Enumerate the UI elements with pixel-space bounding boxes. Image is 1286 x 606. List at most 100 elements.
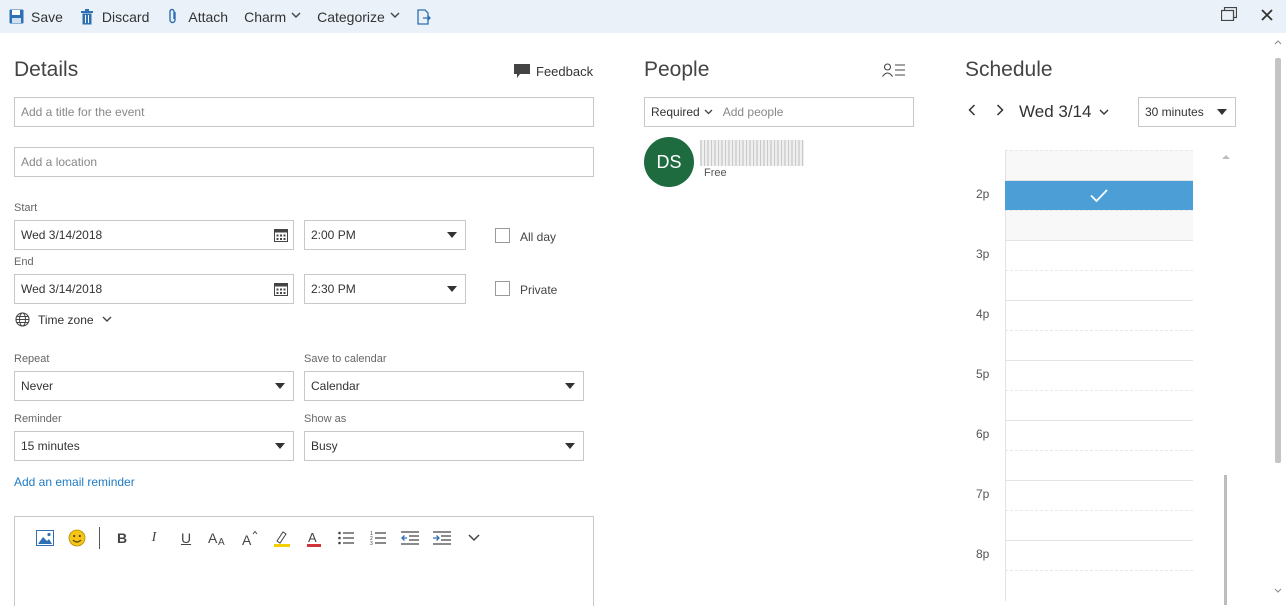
schedule-grid[interactable]: 2p 3p 4p 5p 6p 7p 8p — [965, 150, 1193, 601]
attach-button[interactable]: Attach — [157, 0, 236, 33]
discard-label: Discard — [101, 8, 150, 25]
attendee-avatar[interactable]: DS — [644, 137, 694, 187]
caret-down-icon — [565, 443, 575, 449]
font-size-icon[interactable]: AA — [202, 528, 234, 548]
categorize-dropdown[interactable]: Categorize — [309, 0, 408, 33]
end-time-select[interactable]: 2:30 PM — [304, 274, 466, 304]
insert-picture-icon[interactable] — [29, 528, 61, 548]
increase-indent-icon[interactable] — [426, 528, 458, 548]
attendee-status: Free — [704, 167, 727, 179]
next-day-button[interactable] — [996, 104, 1004, 116]
scroll-down-arrow-icon[interactable] — [1274, 588, 1282, 593]
numbered-list-icon[interactable]: 123 — [362, 528, 394, 548]
schedule-scrollbar-thumb[interactable] — [1224, 475, 1227, 605]
page-scrollbar-thumb[interactable] — [1275, 58, 1281, 463]
calendar-icon[interactable] — [274, 229, 288, 242]
close-button[interactable] — [1248, 0, 1286, 33]
trash-icon — [79, 8, 95, 25]
speech-bubble-icon — [514, 64, 530, 79]
end-date-input[interactable]: Wed 3/14/2018 — [14, 274, 294, 304]
event-title-placeholder: Add a title for the event — [21, 105, 145, 119]
bold-icon[interactable]: B — [106, 528, 138, 548]
start-label: Start — [14, 202, 38, 214]
emoji-icon[interactable] — [61, 528, 93, 548]
event-title-input[interactable]: Add a title for the event — [14, 97, 594, 127]
reminder-select[interactable]: 15 minutes — [14, 431, 294, 461]
caret-down-icon — [275, 443, 285, 449]
font-color-icon[interactable]: A — [298, 528, 330, 548]
repeat-select[interactable]: Never — [14, 371, 294, 401]
interval-value: 30 minutes — [1145, 105, 1204, 119]
svg-text:A: A — [242, 532, 252, 546]
schedule-scrollbar[interactable] — [1221, 150, 1231, 605]
repeat-label: Repeat — [14, 353, 50, 365]
add-email-reminder-link[interactable]: Add an email reminder — [14, 475, 135, 489]
feedback-button[interactable]: Feedback — [514, 64, 593, 79]
proposed-event-block[interactable] — [1005, 181, 1193, 210]
discard-button[interactable]: Discard — [71, 0, 157, 33]
schedule-hour-row: 6p — [965, 420, 1193, 480]
schedule-date-picker[interactable]: Wed 3/14 — [1019, 102, 1109, 122]
underline-icon[interactable]: U — [170, 528, 202, 548]
pop-out-button[interactable] — [1210, 0, 1248, 33]
all-day-checkbox[interactable] — [495, 228, 510, 243]
highlight-icon[interactable] — [266, 528, 298, 548]
add-people-input[interactable]: Required Add people — [644, 97, 914, 127]
grow-font-icon[interactable]: A — [234, 528, 266, 548]
end-time-value: 2:30 PM — [311, 282, 356, 296]
caret-down-icon — [275, 383, 285, 389]
document-arrow-icon — [416, 8, 432, 25]
save-to-calendar-select[interactable]: Calendar — [304, 371, 584, 401]
hour-label: 6p — [976, 427, 990, 441]
repeat-value: Never — [21, 379, 54, 393]
interval-select[interactable]: 30 minutes — [1138, 97, 1236, 127]
svg-text:A: A — [208, 530, 218, 546]
schedule-hour-row: 8p — [965, 540, 1193, 600]
schedule-date: Wed 3/14 — [1019, 102, 1092, 121]
categorize-label: Categorize — [317, 8, 385, 25]
end-label: End — [14, 256, 34, 268]
all-day-label: All day — [520, 230, 557, 244]
caret-down-icon — [447, 232, 457, 238]
scroll-up-arrow-icon[interactable] — [1274, 40, 1282, 45]
charm-label: Charm — [244, 8, 287, 25]
caret-down-icon — [447, 286, 457, 292]
share-note-button[interactable] — [408, 0, 447, 33]
add-people-placeholder: Add people — [722, 105, 784, 119]
start-time-select[interactable]: 2:00 PM — [304, 220, 466, 250]
attendee-options-icon[interactable] — [882, 63, 906, 78]
chevron-down-icon — [704, 109, 713, 115]
scroll-up-arrow-icon[interactable] — [1221, 154, 1231, 160]
calendar-icon[interactable] — [274, 283, 288, 296]
hour-label: 5p — [976, 367, 990, 381]
close-icon — [1261, 8, 1273, 26]
attendee-initials: DS — [656, 151, 682, 172]
private-checkbox[interactable] — [495, 281, 510, 296]
save-button[interactable]: Save — [0, 0, 71, 33]
reminder-value: 15 minutes — [21, 439, 80, 453]
start-date-input[interactable]: Wed 3/14/2018 — [14, 220, 294, 250]
location-input[interactable]: Add a location — [14, 147, 594, 177]
required-dropdown[interactable]: Required — [651, 105, 713, 119]
italic-icon[interactable]: I — [138, 528, 170, 548]
decrease-indent-icon[interactable] — [394, 528, 426, 548]
chevron-left-icon — [968, 104, 976, 116]
caret-down-icon — [565, 383, 575, 389]
save-to-calendar-label: Save to calendar — [304, 353, 387, 365]
reminder-label: Reminder — [14, 413, 62, 425]
svg-text:A: A — [218, 537, 225, 546]
private-label: Private — [520, 283, 558, 297]
schedule-hour-row — [965, 150, 1193, 180]
page-scrollbar[interactable] — [1273, 38, 1283, 598]
time-zone-toggle[interactable]: Time zone — [15, 312, 112, 327]
show-as-select[interactable]: Busy — [304, 431, 584, 461]
more-options-chevron-icon[interactable] — [458, 528, 490, 548]
feedback-label: Feedback — [536, 64, 594, 79]
event-body-editor[interactable]: B I U AA A A 123 — [14, 516, 594, 606]
previous-day-button[interactable] — [968, 104, 976, 116]
bullet-list-icon[interactable] — [330, 528, 362, 548]
formatting-toolbar: B I U AA A A 123 — [29, 527, 490, 549]
hour-label: 4p — [976, 307, 990, 321]
schedule-hour-row: 7p — [965, 480, 1193, 540]
charm-dropdown[interactable]: Charm — [236, 0, 309, 33]
